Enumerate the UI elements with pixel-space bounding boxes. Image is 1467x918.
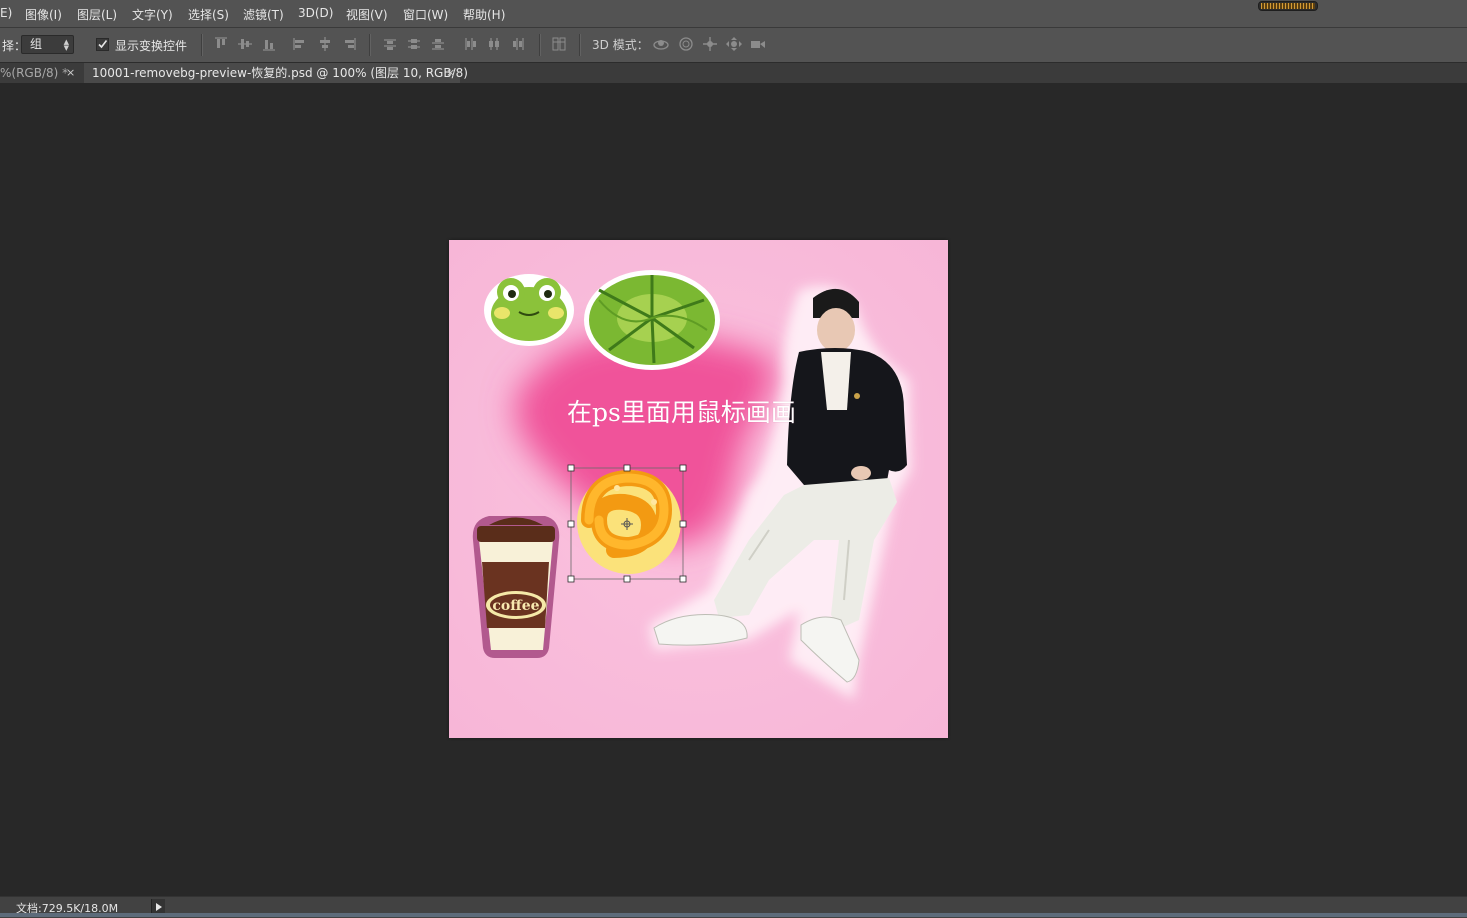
document-canvas[interactable]: coffee 在ps里面用鼠标画画	[449, 240, 948, 738]
3d-camera-icon[interactable]	[749, 36, 767, 52]
separator	[579, 34, 581, 56]
menu-select[interactable]: 选择(S)	[188, 6, 229, 23]
document-tab-bar: %(RGB/8) * × 10001-removebg-preview-恢复的.…	[0, 63, 1467, 84]
coffee-label: coffee	[492, 598, 539, 614]
coffee-cup-sticker: coffee	[472, 516, 560, 658]
align-bottom-edges-icon[interactable]	[261, 36, 277, 52]
3d-rotate-icon[interactable]	[652, 36, 670, 52]
distribute-top-icon[interactable]	[382, 36, 398, 52]
activity-indicator	[1258, 1, 1318, 11]
frog-sticker	[484, 274, 574, 346]
checkmark-icon	[98, 40, 108, 49]
canvas-text-layer[interactable]: 在ps里面用鼠标画画	[567, 393, 796, 429]
auto-select-value: 组	[30, 37, 43, 51]
canvas-artwork: coffee	[449, 240, 948, 738]
close-icon[interactable]: ×	[66, 63, 75, 83]
show-transform-label: 显示变换控件	[115, 39, 188, 53]
align-right-edges-icon[interactable]	[341, 36, 357, 52]
separator	[201, 34, 203, 56]
mode-3d-label: 3D 模式：	[592, 38, 649, 52]
menu-help[interactable]: 帮助(H)	[463, 6, 505, 23]
menu-view[interactable]: 视图(V)	[346, 6, 388, 23]
separator	[369, 34, 371, 56]
menu-edit[interactable]: E)	[0, 6, 12, 20]
tab-label: %(RGB/8) *	[0, 66, 69, 80]
3d-pan-icon[interactable]	[701, 36, 719, 52]
cabbage-sticker	[584, 270, 720, 370]
menu-filter[interactable]: 滤镜(T)	[243, 6, 284, 23]
dropdown-arrows-icon: ▲ ▼	[63, 38, 69, 52]
separator	[539, 34, 541, 56]
menu-bar: E) 图像(I) 图层(L) 文字(Y) 选择(S) 滤镜(T) 3D(D) 视…	[0, 0, 1467, 28]
auto-select-dropdown[interactable]: 组 ▲ ▼	[21, 35, 74, 54]
distribute-right-icon[interactable]	[510, 36, 526, 52]
tab-document-1[interactable]: %(RGB/8) * ×	[0, 63, 82, 83]
align-left-edges-icon[interactable]	[292, 36, 308, 52]
distribute-bottom-icon[interactable]	[430, 36, 446, 52]
auto-align-layers-icon[interactable]	[551, 36, 567, 52]
distribute-vertical-centers-icon[interactable]	[406, 36, 422, 52]
distribute-horizontal-centers-icon[interactable]	[486, 36, 502, 52]
menu-window[interactable]: 窗口(W)	[403, 6, 448, 23]
options-bar: 择： 组 ▲ ▼ 显示变换控件 3D 模式：	[0, 28, 1467, 63]
align-vertical-centers-icon[interactable]	[237, 36, 253, 52]
align-top-edges-icon[interactable]	[213, 36, 229, 52]
close-icon[interactable]: ×	[446, 63, 455, 83]
menu-layer[interactable]: 图层(L)	[77, 6, 117, 23]
tab-label: 10001-removebg-preview-恢复的.psd @ 100% (图…	[92, 66, 468, 80]
status-menu-arrow-icon[interactable]	[151, 899, 165, 914]
show-transform-checkbox[interactable]	[96, 38, 109, 51]
3d-roll-icon[interactable]	[677, 36, 695, 52]
menu-image[interactable]: 图像(I)	[25, 6, 62, 23]
menu-type[interactable]: 文字(Y)	[132, 6, 173, 23]
taskbar-strip	[0, 913, 1467, 917]
distribute-left-icon[interactable]	[462, 36, 478, 52]
align-horizontal-centers-icon[interactable]	[317, 36, 333, 52]
tab-document-active[interactable]: 10001-removebg-preview-恢复的.psd @ 100% (图…	[84, 63, 468, 83]
3d-slide-icon[interactable]	[725, 36, 743, 52]
menu-3d[interactable]: 3D(D)	[298, 6, 333, 20]
